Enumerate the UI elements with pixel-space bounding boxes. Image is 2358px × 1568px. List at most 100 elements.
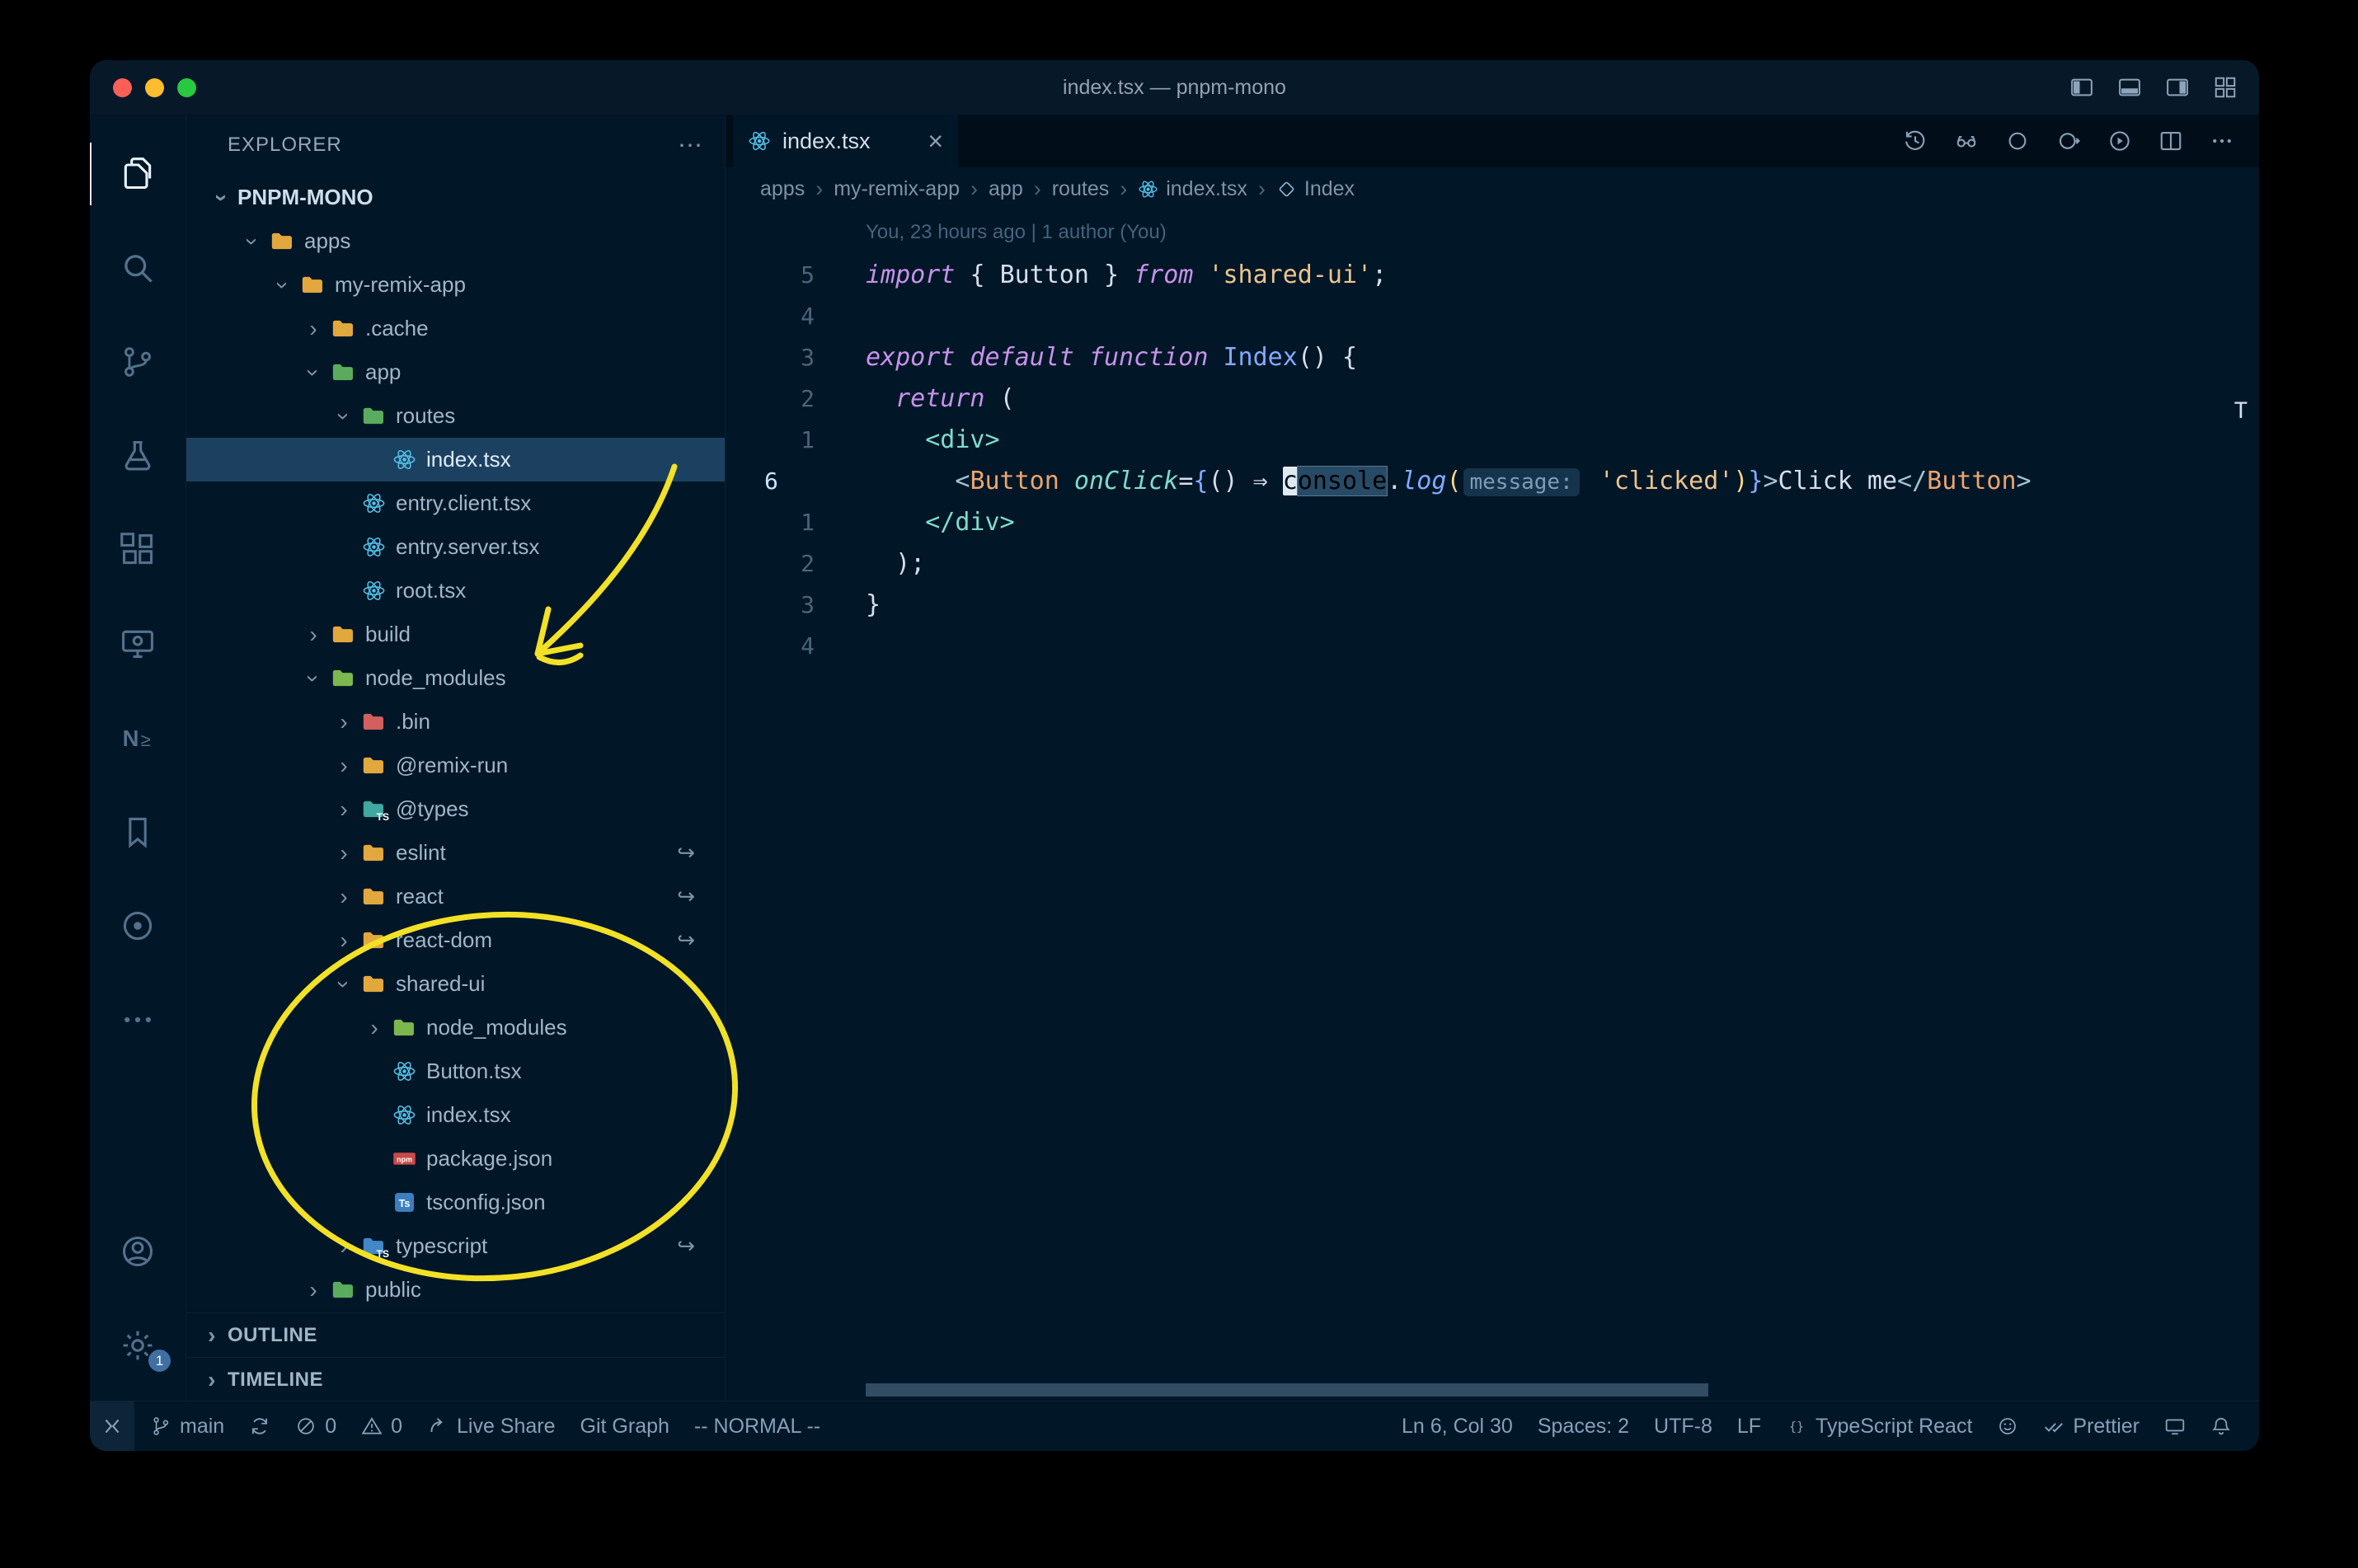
activitybar-bookmarks[interactable] — [90, 794, 186, 870]
tree-item--cache[interactable]: › .cache — [186, 307, 725, 350]
statusbar-formatter-prettier[interactable]: Prettier — [2031, 1401, 2152, 1451]
circle-arrow-icon[interactable] — [2056, 129, 2081, 153]
sidebar-section-outline[interactable]: › OUTLINE — [186, 1312, 725, 1357]
statusbar-indentation[interactable]: Spaces: 2 — [1525, 1401, 1642, 1451]
chevron-right-icon[interactable]: › — [328, 709, 359, 735]
circleo-icon[interactable] — [2005, 129, 2030, 153]
chevron-right-icon[interactable]: › — [328, 753, 359, 779]
tree-item-index-tsx[interactable]: index.tsx — [186, 1093, 725, 1137]
layout-grid-icon[interactable] — [2213, 75, 2238, 100]
statusbar-encoding[interactable]: UTF-8 — [1642, 1401, 1725, 1451]
breadcrumb-item-my-remix-app[interactable]: my-remix-app — [834, 177, 960, 201]
statusbar-feedback[interactable] — [1985, 1401, 2031, 1451]
statusbar-cursor-position[interactable]: Ln 6, Col 30 — [1389, 1401, 1525, 1451]
activitybar-nx-console[interactable]: N ≥ — [90, 700, 186, 776]
layout-right-icon[interactable] — [2165, 75, 2190, 100]
activitybar-remote-explorer[interactable] — [90, 606, 186, 682]
statusbar-live-share[interactable]: Live Share — [415, 1401, 568, 1451]
zoom-button[interactable] — [177, 77, 196, 97]
chevron-down-icon[interactable]: › — [300, 663, 326, 694]
sidebar-section-timeline[interactable]: › TIMELINE — [186, 1357, 725, 1401]
tree-item--bin[interactable]: › .bin — [186, 700, 725, 744]
tree-item-react[interactable]: › react ↪ — [186, 875, 725, 918]
tree-item-root-tsx[interactable]: root.tsx — [186, 569, 725, 613]
statusbar-notifications[interactable] — [2198, 1401, 2244, 1451]
activitybar-testing[interactable] — [90, 418, 186, 494]
tree-item-public[interactable]: › public — [186, 1268, 725, 1312]
statusbar-tunnel[interactable] — [2152, 1401, 2198, 1451]
activitybar-settings[interactable]: 1 — [90, 1307, 186, 1383]
statusbar-errors[interactable]: 0 — [283, 1401, 349, 1451]
breadcrumb-item-index[interactable]: Index — [1276, 177, 1355, 201]
statusbar-warnings[interactable]: 0 — [349, 1401, 415, 1451]
minimize-button[interactable] — [145, 77, 164, 97]
code-editor[interactable]: 5 import { Button } from 'shared-ui'; 4 3 ex… — [726, 255, 2259, 667]
chevron-right-icon[interactable]: › — [328, 796, 359, 823]
chevron-right-icon[interactable]: › — [328, 1233, 359, 1260]
layout-bottom-icon[interactable] — [2117, 75, 2142, 100]
history-icon[interactable] — [1903, 129, 1928, 153]
chevron-right-icon[interactable]: › — [359, 1015, 390, 1041]
tree-item-eslint[interactable]: › eslint ↪ — [186, 831, 725, 875]
chevron-down-icon[interactable]: › — [270, 270, 296, 301]
tab-close-icon[interactable]: × — [928, 128, 943, 154]
chevron-right-icon[interactable]: › — [298, 622, 329, 648]
statusbar-vim-mode[interactable]: -- NORMAL -- — [682, 1401, 833, 1451]
statusbar-eol[interactable]: LF — [1725, 1401, 1773, 1451]
statusbar-remote-indicator[interactable] — [90, 1401, 134, 1451]
tree-item-typescript[interactable]: › TS typescript ↪ — [186, 1224, 725, 1268]
layout-left-icon[interactable] — [2069, 75, 2094, 100]
activitybar-source-control[interactable] — [90, 324, 186, 400]
activitybar-more-views[interactable] — [90, 982, 186, 1058]
breadcrumb-item-app[interactable]: app — [989, 177, 1023, 201]
chevron-down-icon[interactable]: › — [209, 182, 235, 214]
horizontal-scrollbar[interactable] — [866, 1383, 1708, 1397]
preview-icon[interactable] — [1954, 129, 1979, 153]
tree-item--remix-run[interactable]: › @remix-run — [186, 744, 725, 787]
breadcrumb-item-routes[interactable]: routes — [1052, 177, 1109, 201]
statusbar-sync-changes[interactable] — [237, 1401, 283, 1451]
tree-item-button-tsx[interactable]: Button.tsx — [186, 1049, 725, 1093]
tree-item-tsconfig-json[interactable]: Ts tsconfig.json — [186, 1181, 725, 1224]
tree-item--types[interactable]: › TS @types — [186, 787, 725, 831]
tree-item-entry-server-tsx[interactable]: entry.server.tsx — [186, 525, 725, 569]
tab-index-tsx[interactable]: index.tsx × — [733, 115, 958, 167]
run-icon[interactable] — [2107, 129, 2132, 153]
chevron-down-icon[interactable]: › — [331, 401, 357, 432]
tree-item-pnpm-mono[interactable]: › PNPM-MONO — [186, 176, 725, 219]
tree-item-app[interactable]: › app — [186, 350, 725, 394]
activitybar-accounts[interactable] — [90, 1214, 186, 1289]
chevron-down-icon[interactable]: › — [331, 969, 357, 1000]
tree-item-shared-ui[interactable]: › shared-ui — [186, 962, 725, 1006]
breadcrumb-item-apps[interactable]: apps — [760, 177, 805, 201]
chevron-down-icon[interactable]: › — [300, 357, 326, 388]
chevron-right-icon[interactable]: › — [298, 316, 329, 342]
tree-item-index-tsx[interactable]: index.tsx — [186, 438, 725, 481]
chevron-right-icon[interactable]: › — [328, 927, 359, 954]
statusbar-language-mode[interactable]: {} TypeScript React — [1773, 1401, 1985, 1451]
chevron-right-icon[interactable]: › — [328, 840, 359, 866]
activitybar-live-share-activity[interactable] — [90, 888, 186, 964]
statusbar-git-branch[interactable]: main — [138, 1401, 237, 1451]
chevron-down-icon[interactable]: › — [239, 226, 265, 257]
tree-item-routes[interactable]: › routes — [186, 394, 725, 438]
tree-item-react-dom[interactable]: › react-dom ↪ — [186, 918, 725, 962]
tree-item-apps[interactable]: › apps — [186, 219, 725, 263]
breadcrumb-item-index-tsx[interactable]: index.tsx — [1138, 177, 1247, 201]
tree-item-node-modules[interactable]: › node_modules — [186, 656, 725, 700]
tree-item-node-modules[interactable]: › node_modules — [186, 1006, 725, 1049]
chevron-right-icon[interactable]: › — [328, 884, 359, 910]
activitybar-explorer[interactable] — [90, 136, 186, 212]
tree-item-entry-client-tsx[interactable]: entry.client.tsx — [186, 481, 725, 525]
statusbar-git-graph[interactable]: Git Graph — [568, 1401, 682, 1451]
chevron-right-icon[interactable]: › — [298, 1277, 329, 1303]
activitybar-extensions[interactable] — [90, 512, 186, 588]
activitybar-search[interactable] — [90, 230, 186, 306]
ellipsis-icon-icon[interactable] — [2210, 129, 2234, 153]
close-button[interactable] — [113, 77, 132, 97]
split-icon[interactable] — [2158, 129, 2183, 153]
tree-item-build[interactable]: › build — [186, 613, 725, 656]
tree-item-package-json[interactable]: npm package.json — [186, 1137, 725, 1181]
sidebar-more-actions-icon[interactable]: ⋯ — [678, 131, 703, 160]
tree-item-my-remix-app[interactable]: › my-remix-app — [186, 263, 725, 307]
